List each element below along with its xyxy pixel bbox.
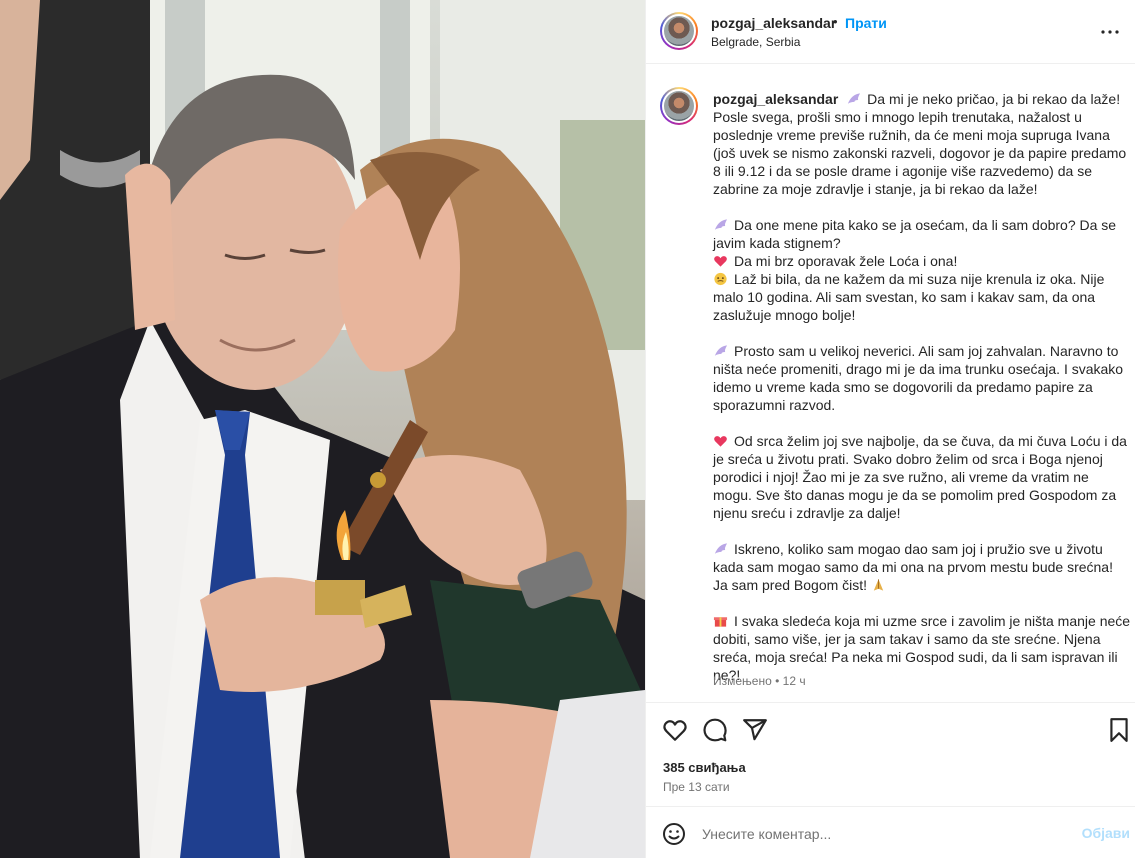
author-avatar[interactable] [660,12,698,50]
wing-icon [848,93,861,104]
follow-button[interactable]: Прати [845,15,887,31]
author-username[interactable]: pozgaj_aleksandar [711,15,836,31]
caption-text: Prosto sam u velikoj neverici. Ali sam j… [713,343,1124,413]
caption-meta: Измењено • 12 ч [713,674,806,688]
caption-paragraph: Iskreno, koliko sam mogao dao sam joj i … [713,540,1131,594]
pray-icon [873,579,884,591]
caption-line: Laž bi bila, da ne kažem da mi suza nije… [713,271,1105,323]
caption-paragraph: Prosto sam u velikoj neverici. Ali sam j… [713,342,1131,414]
edited-time: 12 ч [782,674,806,688]
face-icon [714,272,727,286]
caption-avatar[interactable] [660,87,698,125]
wing-icon [714,543,728,554]
caption-area: pozgaj_aleksandar Da mi je neko pričao, … [646,65,1135,702]
comment-form: Објави [646,806,1135,858]
heart-icon [714,256,727,267]
caption-text: Da one mene pita kako se ja osećam, da l… [713,217,1117,251]
edited-label: Измењено [713,674,772,688]
caption-paragraph: Da one mene pita kako se ja osećam, da l… [713,216,1131,324]
caption-line: Da mi brz oporavak žele Loća i ona! [734,253,958,269]
caption-username[interactable]: pozgaj_aleksandar [713,91,838,107]
post-comment-button[interactable]: Објави [1082,825,1130,841]
heart-icon [714,436,727,447]
comment-icon[interactable] [702,717,728,743]
wing-icon [714,345,728,356]
post-caption: pozgaj_aleksandar Da mi je neko pričao, … [713,90,1131,702]
share-send-icon[interactable] [742,717,768,743]
caption-text: Od srca želim joj sve najbolje, da se ču… [713,433,1127,521]
comment-input[interactable] [702,821,1062,847]
wing-icon [714,219,728,230]
gift-icon [713,617,728,627]
emoji-smile-icon[interactable] [662,822,686,846]
post-timestamp[interactable]: Пре 13 сати [663,780,730,794]
post-header: pozgaj_aleksandar • Прати Belgrade, Serb… [646,0,1135,64]
more-options-icon[interactable] [1098,20,1122,44]
caption-text: Iskreno, koliko sam mogao dao sam joj i … [713,541,1113,593]
post-photo[interactable] [0,0,645,858]
caption-text: I svaka sledeća koja mi uzme srce i zavo… [713,613,1131,683]
caption-paragraph: pozgaj_aleksandar Da mi je neko pričao, … [713,90,1131,198]
action-bar: 385 свиђања Пре 13 сати [646,702,1135,806]
bookmark-icon[interactable] [1106,717,1132,743]
caption-paragraph: Od srca želim joj sve najbolje, da se ču… [713,432,1131,522]
like-heart-icon[interactable] [662,717,688,743]
post-image [0,0,645,858]
likes-count[interactable]: 385 свиђања [663,760,746,775]
meta-separator: • [775,674,780,688]
header-separator: • [833,14,838,29]
post-location[interactable]: Belgrade, Serbia [711,35,800,49]
post-panel: pozgaj_aleksandar • Прати Belgrade, Serb… [645,0,1135,858]
